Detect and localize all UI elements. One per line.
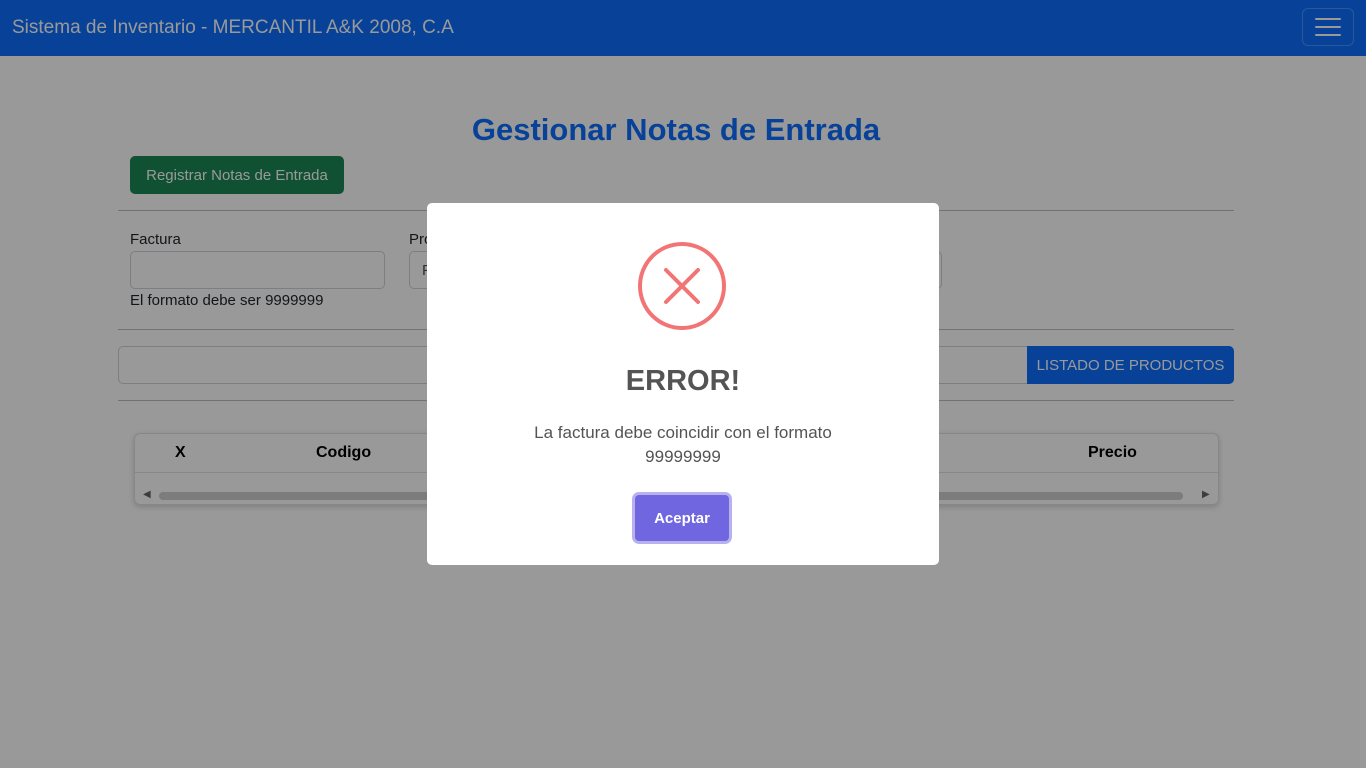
confirm-button[interactable]: Aceptar bbox=[635, 495, 729, 541]
error-x-icon bbox=[638, 242, 726, 330]
dialog-title: ERROR! bbox=[625, 365, 741, 397]
error-dialog: ERROR! La factura debe coincidir con el … bbox=[427, 203, 939, 565]
dialog-message: La factura debe coincidir con el formato… bbox=[534, 423, 832, 466]
